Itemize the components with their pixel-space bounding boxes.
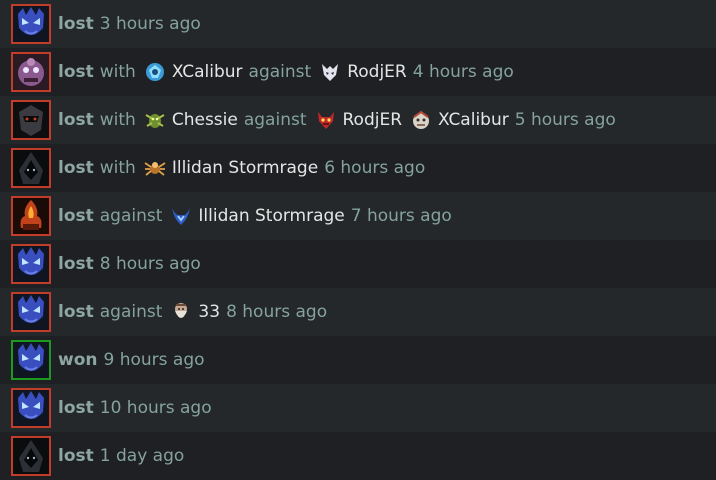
match-summary: lost against Illidan Stormrage 7 hours ago xyxy=(58,205,452,227)
blue-spirit-hero-icon[interactable] xyxy=(11,4,51,44)
match-row[interactable]: won 9 hours ago xyxy=(0,336,716,384)
match-time: 7 hours ago xyxy=(350,206,452,226)
match-result: lost xyxy=(58,62,94,82)
match-against-label: against xyxy=(248,62,312,82)
match-summary: lost with Illidan Stormrage 6 hours ago xyxy=(58,157,425,179)
match-time: 4 hours ago xyxy=(412,62,514,82)
bearded-dwarf-hero-icon xyxy=(170,301,192,323)
match-against-label: against xyxy=(99,302,163,322)
player-link[interactable]: XCalibur xyxy=(172,62,243,82)
match-row[interactable]: lost 3 hours ago xyxy=(0,0,716,48)
player-link[interactable]: RodjER xyxy=(347,62,407,82)
golden-spider-hero-icon xyxy=(144,157,166,179)
match-summary: lost 3 hours ago xyxy=(58,14,201,34)
match-summary: lost 10 hours ago xyxy=(58,398,212,418)
match-row[interactable]: lost against Illidan Stormrage 7 hours ago xyxy=(0,192,716,240)
dark-armor-hero-icon[interactable] xyxy=(11,100,51,140)
dark-hood-hero-icon[interactable] xyxy=(11,148,51,188)
match-time: 9 hours ago xyxy=(103,350,205,370)
match-time: 1 day ago xyxy=(99,446,185,466)
dark-hood-hero-icon[interactable] xyxy=(11,436,51,476)
match-result: won xyxy=(58,350,98,370)
match-summary: lost 8 hours ago xyxy=(58,254,201,274)
match-result: lost xyxy=(58,302,94,322)
player-link[interactable]: XCalibur xyxy=(438,110,509,130)
match-time: 5 hours ago xyxy=(514,110,616,130)
match-summary: lost against 33 8 hours ago xyxy=(58,301,327,323)
blue-orb-hero-icon xyxy=(144,61,166,83)
match-result: lost xyxy=(58,110,94,130)
match-result: lost xyxy=(58,158,94,178)
player-link[interactable]: Illidan Stormrage xyxy=(198,206,344,226)
match-row[interactable]: lost 8 hours ago xyxy=(0,240,716,288)
match-summary: won 9 hours ago xyxy=(58,350,205,370)
match-result: lost xyxy=(58,206,94,226)
match-with-label: with xyxy=(99,62,136,82)
match-time: 8 hours ago xyxy=(99,254,201,274)
match-row[interactable]: lost with XCalibur against RodjER 4 hours ago xyxy=(0,48,716,96)
red-demon-hero-icon xyxy=(315,109,337,131)
match-result: lost xyxy=(58,14,94,34)
match-row[interactable]: lost with Illidan Stormrage 6 hours ago xyxy=(0,144,716,192)
flame-lord-hero-icon[interactable] xyxy=(11,196,51,236)
match-time: 3 hours ago xyxy=(99,14,201,34)
match-time: 6 hours ago xyxy=(324,158,426,178)
player-link[interactable]: 33 xyxy=(198,302,220,322)
match-summary: lost 1 day ago xyxy=(58,446,184,466)
match-with-label: with xyxy=(99,110,136,130)
match-result: lost xyxy=(58,254,94,274)
match-against-label: against xyxy=(243,110,307,130)
match-with-label: with xyxy=(99,158,136,178)
match-time: 10 hours ago xyxy=(99,398,212,418)
blue-spirit-hero-icon[interactable] xyxy=(11,292,51,332)
match-summary: lost with XCalibur against RodjER 4 hours ago xyxy=(58,61,514,83)
player-link[interactable]: Chessie xyxy=(172,110,238,130)
match-row[interactable]: lost against 33 8 hours ago xyxy=(0,288,716,336)
white-ogre-hero-icon xyxy=(410,109,432,131)
player-link[interactable]: RodjER xyxy=(343,110,403,130)
match-against-label: against xyxy=(99,206,163,226)
blue-spirit-hero-icon[interactable] xyxy=(11,340,51,380)
match-result: lost xyxy=(58,446,94,466)
blue-horns-hero-icon xyxy=(170,205,192,227)
blue-spirit-hero-icon[interactable] xyxy=(11,388,51,428)
match-row[interactable]: lost 1 day ago xyxy=(0,432,716,480)
blue-spirit-hero-icon[interactable] xyxy=(11,244,51,284)
match-time: 8 hours ago xyxy=(226,302,328,322)
match-row[interactable]: lost with Chessie against RodjER XCalibur 5 ho… xyxy=(0,96,716,144)
green-insect-hero-icon xyxy=(144,109,166,131)
player-link[interactable]: Illidan Stormrage xyxy=(172,158,318,178)
match-row[interactable]: lost 10 hours ago xyxy=(0,384,716,432)
pale-mask-hero-icon xyxy=(319,61,341,83)
match-result: lost xyxy=(58,398,94,418)
match-summary: lost with Chessie against RodjER XCalibur 5 ho… xyxy=(58,109,616,131)
purple-ogre-hero-icon[interactable] xyxy=(11,52,51,92)
